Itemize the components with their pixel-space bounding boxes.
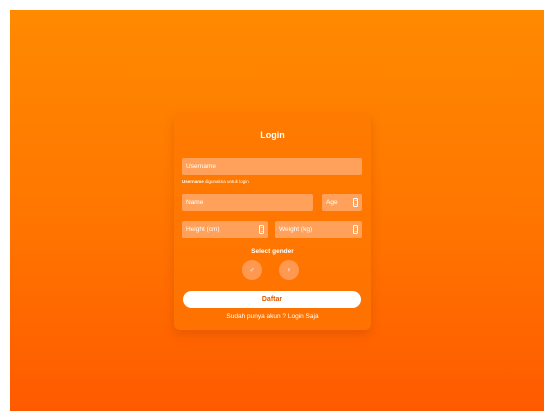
register-card: Login Username digunakna untuk login Age…: [174, 114, 371, 330]
male-gender-button[interactable]: ♂: [242, 260, 262, 280]
age-input[interactable]: Age: [322, 194, 362, 211]
female-icon: ♀: [286, 266, 292, 274]
female-gender-button[interactable]: ♀: [279, 260, 299, 280]
weight-placeholder: Weight (kg): [279, 226, 313, 233]
stepper-icon[interactable]: [259, 225, 264, 234]
login-link[interactable]: Sudah punya akun ? Login Saja: [174, 313, 371, 320]
weight-input[interactable]: Weight (kg): [275, 221, 362, 238]
username-input[interactable]: [182, 158, 362, 175]
age-placeholder: Age: [326, 199, 338, 206]
male-icon: ♂: [249, 266, 255, 274]
username-hint-bold: Username: [182, 179, 204, 184]
username-hint-text: digunakna untuk login: [203, 179, 249, 184]
page-background: Login Username digunakna untuk login Age…: [10, 10, 544, 411]
gender-label: Select gender: [251, 248, 294, 255]
stepper-icon[interactable]: [353, 225, 358, 234]
height-input[interactable]: Height (cm): [182, 221, 268, 238]
form-title: Login: [260, 130, 285, 140]
username-hint: Username digunakna untuk login: [182, 179, 249, 184]
stepper-icon[interactable]: [353, 198, 358, 207]
height-placeholder: Height (cm): [186, 226, 220, 233]
daftar-button[interactable]: Daftar: [183, 291, 361, 308]
name-input[interactable]: [182, 194, 313, 211]
